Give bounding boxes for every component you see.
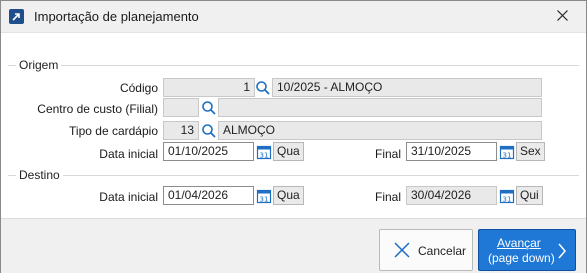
dialog-window: Importação de planejamento Origem Código… — [0, 0, 587, 273]
svg-text:31: 31 — [503, 196, 512, 204]
destino-final-label: Final — [374, 190, 401, 204]
search-icon[interactable] — [201, 123, 217, 139]
destino-label: Destino — [16, 168, 63, 182]
x-icon — [394, 242, 410, 258]
cancel-button[interactable]: Cancelar — [379, 229, 473, 271]
svg-text:31: 31 — [260, 196, 269, 204]
tipo-cardapio-label: Tipo de cardápio — [69, 124, 158, 138]
close-button[interactable] — [549, 5, 577, 27]
codigo-label: Código — [119, 81, 158, 95]
close-icon — [557, 10, 568, 21]
centro-custo-label: Centro de custo (Filial) — [37, 102, 158, 116]
app-arrow-icon — [9, 9, 24, 24]
cancel-label: Cancelar — [418, 244, 467, 258]
dialog-footer: Cancelar Avançar (page down) — [1, 218, 586, 273]
calendar-icon[interactable]: 31 — [499, 144, 515, 160]
centro-custo-input[interactable] — [163, 98, 199, 117]
origem-data-inicial-input[interactable]: 01/10/2025 — [163, 142, 254, 161]
destino-final-weekday: Qui — [516, 186, 543, 205]
origem-final-weekday: Sex — [516, 142, 545, 161]
svg-text:31: 31 — [503, 152, 512, 160]
centro-custo-description — [218, 98, 542, 117]
next-button[interactable]: Avançar (page down) — [478, 229, 576, 271]
origem-final-input[interactable]: 31/10/2025 — [406, 142, 497, 161]
tipo-cardapio-input[interactable]: 13 — [163, 121, 199, 140]
origem-data-inicial-label: Data inicial — [99, 147, 158, 161]
search-icon[interactable] — [255, 80, 271, 96]
next-shortcut-label: (page down) — [488, 251, 555, 265]
origem-final-label: Final — [374, 147, 401, 161]
dialog-content: Origem Código 1 10/2025 - ALMOÇO Centro … — [1, 32, 586, 218]
origem-data-inicial-weekday: Qua — [273, 142, 304, 161]
calendar-icon[interactable]: 31 — [499, 188, 515, 204]
next-label: Avançar — [497, 236, 541, 250]
title-bar: Importação de planejamento — [1, 1, 586, 32]
origem-group: Origem — [8, 58, 579, 72]
destino-final-input: 30/04/2026 — [406, 186, 497, 205]
codigo-input[interactable]: 1 — [163, 78, 255, 97]
destino-data-inicial-label: Data inicial — [99, 190, 158, 204]
destino-group: Destino — [8, 168, 579, 182]
search-icon[interactable] — [201, 100, 217, 116]
origem-label: Origem — [16, 58, 62, 72]
chevron-right-icon — [558, 243, 566, 259]
destino-data-inicial-weekday: Qua — [273, 186, 304, 205]
calendar-icon[interactable]: 31 — [256, 188, 272, 204]
tipo-cardapio-description: ALMOÇO — [218, 121, 542, 140]
destino-data-inicial-input[interactable]: 01/04/2026 — [163, 186, 254, 205]
codigo-description: 10/2025 - ALMOÇO — [272, 78, 542, 97]
svg-text:31: 31 — [260, 152, 269, 160]
calendar-icon[interactable]: 31 — [256, 144, 272, 160]
window-title: Importação de planejamento — [34, 9, 199, 24]
